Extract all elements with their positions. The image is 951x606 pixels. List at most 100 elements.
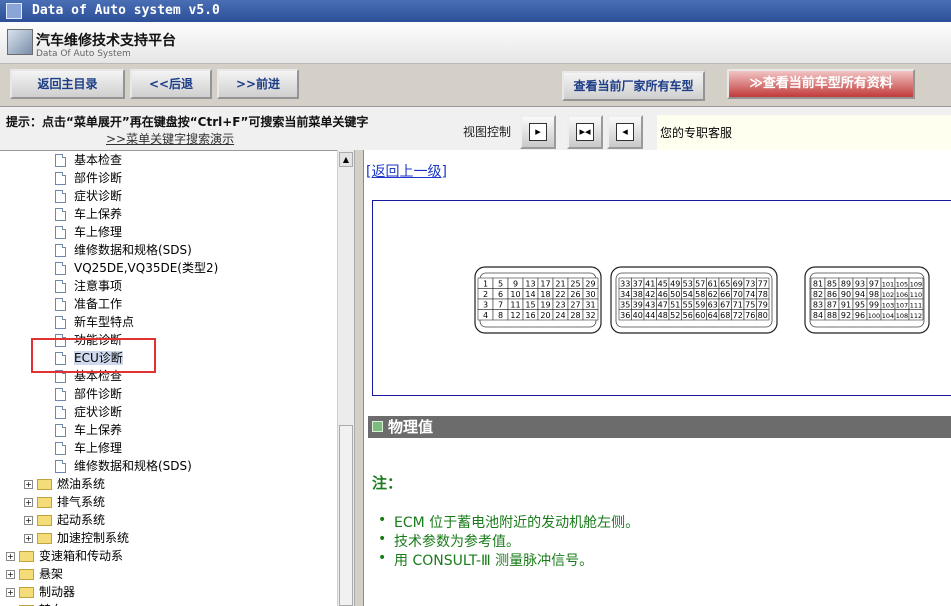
expand-plus-icon[interactable]: + [24,498,33,507]
window-title-bar: Data of Auto system v5.0 [0,0,951,22]
connector-pin-number: 5 [498,279,503,288]
tree-doc-item[interactable]: 症状诊断 [55,187,122,205]
expand-plus-icon[interactable]: + [6,570,15,579]
document-icon [55,406,66,419]
tree-folder-item[interactable]: + 变速箱和传动系 [6,547,123,565]
back-button[interactable]: <<后退 [130,69,212,99]
tree-item-label: 车上修理 [74,441,123,455]
connector-pin-number: 2 [483,290,488,299]
tree-doc-item[interactable]: 车上修理 [55,439,122,457]
connector-pin-number: 13 [525,279,535,288]
tree-item-label: 症状诊断 [74,189,123,203]
scroll-up-icon[interactable]: ▲ [339,152,353,167]
connector-diagram: 1 5 9 13 17 21 25 29 2 6 10 14 18 22 26 30 3 7 11 15 19 23 27 3… [372,200,951,396]
tree-scrollbar[interactable]: ▲ [337,150,354,606]
tree-item-label: 维修数据和规格(SDS) [74,459,192,473]
tree-doc-item[interactable]: 部件诊断 [55,385,122,403]
split-view-button[interactable]: ▸◂ [567,115,603,149]
connector-pin-number: 32 [585,311,595,320]
section-title: 物理值 [388,418,434,436]
folder-icon [19,569,34,580]
connector-svg: 1 5 9 13 17 21 25 292 6 10 14 18 22 26 303 7 11 15 19 23 27 3… [474,266,930,334]
back-up-link[interactable]: [返回上一级] [366,161,447,181]
tree-item-label: 维修数据和规格(SDS) [74,243,192,257]
connector-pin-number: 30 [585,290,595,299]
tree-doc-item[interactable]: 部件诊断 [55,169,122,187]
expand-plus-icon[interactable]: + [6,552,15,561]
connector-pin-number: 59 [695,300,705,309]
note-bullet-2: 技术参数为参考值。 [378,531,520,551]
tree-folder-item[interactable]: + 起动系统 [24,511,105,529]
expand-right-button[interactable]: ▸ [520,115,556,149]
connector-pin-number: 64 [708,311,718,320]
tree-doc-item[interactable]: 维修数据和规格(SDS) [55,457,192,475]
connector-pin-number: 28 [570,311,580,320]
tree-doc-item[interactable]: 准备工作 [55,295,122,313]
forward-button[interactable]: >>前进 [217,69,299,99]
connector-pin-number: 36 [620,311,630,320]
connector-pin-number: 79 [758,300,768,309]
connector-pin-number: 84 [813,311,823,320]
section-header: 物理值 [368,416,951,438]
expand-plus-icon[interactable]: + [24,534,33,543]
connector-pin-number: 46 [658,290,668,299]
connector-pin-number: 31 [585,300,595,309]
expand-plus-icon[interactable]: + [24,516,33,525]
connector-pin-number: 39 [633,300,643,309]
arrow-left-icon: ◂ [616,123,634,141]
tree-folder-item[interactable]: + 制动器 [6,583,75,601]
connector-pin-number: 44 [645,311,655,320]
connector-pin-number: 107 [896,301,908,309]
tree-doc-item[interactable]: 症状诊断 [55,403,122,421]
tree-doc-item[interactable]: 注意事项 [55,277,122,295]
tree-folder-item[interactable]: +转向 [6,601,63,606]
tree-doc-item[interactable]: 车上保养 [55,421,122,439]
connector-pin-number: 4 [483,311,488,320]
tree-item-label: 燃油系统 [57,477,106,491]
document-icon [55,154,66,167]
arrow-right-icon: ▸ [529,123,547,141]
tree-doc-item[interactable]: 维修数据和规格(SDS) [55,241,192,259]
tree-doc-item[interactable]: 车上保养 [55,205,122,223]
menu-tree: 基本检查 部件诊断 症状诊断 车上保养 车上修理 维修数据和规格(SDS) VQ25DE,V… [0,150,337,606]
tree-doc-item[interactable]: VQ25DE,VQ35DE(类型2) [55,259,218,277]
customer-service[interactable]: 您的专职客服 [657,115,951,151]
document-icon [55,280,66,293]
connector-pin-number: 103 [882,301,894,309]
tree-doc-item[interactable]: 基本检查 [55,151,122,169]
connector-pin-number: 56 [683,311,693,320]
connector-pin-number: 37 [633,279,643,288]
scroll-thumb[interactable] [339,425,353,606]
connector-pin-number: 85 [827,279,837,288]
app-icon [6,3,22,19]
connector-pin-number: 11 [510,300,520,309]
connector-pin-number: 9 [513,279,518,288]
tree-item-label: 症状诊断 [74,405,123,419]
expand-plus-icon[interactable]: + [24,480,33,489]
connector-pin-number: 109 [910,280,922,288]
connector-pin-number: 90 [841,290,851,299]
connector-pin-number: 96 [855,311,865,320]
connector-pin-number: 24 [555,311,565,320]
connector-pin-number: 6 [498,290,503,299]
all-data-button[interactable]: ≫查看当前车型所有资料 [727,69,915,99]
tree-doc-item[interactable]: 车上修理 [55,223,122,241]
all-models-button[interactable]: 查看当前厂家所有车型 [562,71,705,101]
tree-folder-item[interactable]: + 加速控制系统 [24,529,129,547]
pane-splitter[interactable] [354,150,364,606]
connector-pin-number: 66 [720,290,730,299]
tree-folder-item[interactable]: + 排气系统 [24,493,105,511]
expand-left-button[interactable]: ◂ [607,115,643,149]
tree-folder-item[interactable]: + 悬架 [6,565,63,583]
connector-pin-number: 108 [896,312,908,320]
back-to-main-button[interactable]: 返回主目录 [10,69,125,99]
connector-pin-number: 48 [658,311,668,320]
tree-folder-item[interactable]: + 燃油系统 [24,475,105,493]
connector-pin-number: 23 [555,300,565,309]
connector-pin-number: 76 [745,311,755,320]
expand-plus-icon[interactable]: + [6,588,15,597]
connector-pin-number: 73 [745,279,755,288]
search-demo-link[interactable]: >>菜单关键字搜索演示 [106,130,234,147]
tree-doc-item[interactable]: 新车型特点 [55,313,134,331]
connector-pin-number: 98 [869,290,879,299]
